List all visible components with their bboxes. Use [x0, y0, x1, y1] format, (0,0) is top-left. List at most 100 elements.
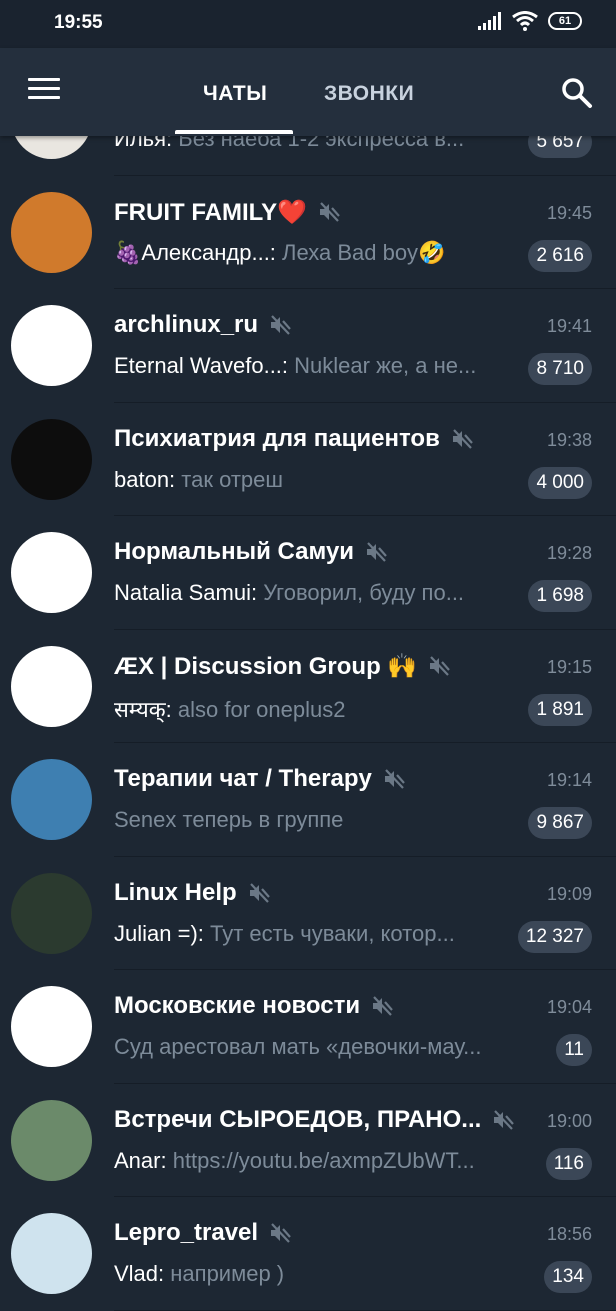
muted-icon — [382, 767, 406, 791]
chat-avatar — [11, 759, 92, 840]
chat-preview: Vlad: например ) — [114, 1261, 284, 1287]
chat-title-wrap: Терапии чат / Therapy — [114, 765, 406, 793]
chat-title: ÆX | Discussion Group 🙌 — [114, 652, 418, 680]
hamburger-menu-icon[interactable] — [28, 78, 60, 106]
muted-icon — [491, 1108, 515, 1132]
unread-badge: 4 000 — [528, 466, 592, 499]
chat-time: 18:56 — [546, 1224, 592, 1244]
chat-row[interactable]: Терапии чат / Therapy 19:14 Senex теперь в… — [0, 743, 616, 857]
chat-message: Nuklear же, а не... — [288, 353, 477, 378]
chat-title-wrap: Московские новости — [114, 992, 394, 1020]
chat-row[interactable]: archlinux_ru 19:41 Eternal Wavefo...: Nukl… — [0, 289, 616, 403]
chat-title: Встречи СЫРОЕДОВ, ПРАНО... — [114, 1105, 482, 1133]
chat-time: 19:41 — [546, 316, 592, 336]
chat-row[interactable]: Встречи СЫРОЕДОВ, ПРАНО... 19:00 Anar: htt… — [0, 1084, 616, 1197]
muted-icon — [427, 654, 451, 678]
muted-icon — [247, 881, 271, 905]
chat-row[interactable]: ÆX | Discussion Group 🙌 19:15 सम्यक्: also… — [0, 630, 616, 743]
unread-badge: 1 698 — [528, 580, 592, 612]
chat-message: Senex теперь в группе — [114, 807, 344, 832]
chat-title-wrap: Психиатрия для пациентов — [114, 425, 474, 453]
chat-avatar — [11, 986, 92, 1067]
chat-title-wrap: archlinux_ru — [114, 311, 292, 339]
chat-sender: 🍇Александр...: — [114, 239, 276, 265]
unread-badge: 12 327 — [517, 920, 592, 953]
unread-badge: 9 867 — [528, 807, 592, 839]
chat-title: archlinux_ru — [114, 311, 259, 338]
app-bar: ЧАТЫ ЗВОНКИ — [0, 48, 616, 136]
chat-preview: Anar: https://youtu.be/axmpZUbWT... — [114, 1148, 475, 1174]
chat-preview: सम्यक्: also for oneplus2 — [114, 694, 345, 724]
chat-row[interactable]: Психиатрия для пациентов 19:38 baton: так … — [0, 403, 616, 516]
chat-title-wrap: Linux Help — [114, 879, 271, 907]
battery-icon: 61 — [548, 12, 582, 30]
chat-avatar — [11, 418, 92, 500]
chat-message: Тут есть чуваки, котор... — [203, 920, 455, 946]
chat-preview: Julian =): Тут есть чуваки, котор... — [114, 921, 455, 947]
chat-message: also for oneplus2 — [171, 696, 346, 722]
row-divider — [114, 1309, 616, 1311]
muted-icon — [317, 200, 341, 224]
chat-title: Терапии чат / Therapy — [114, 765, 372, 792]
muted-icon — [268, 313, 292, 337]
chat-list: Илья: Без наеба 1-2 экспресса в... 5 657 F… — [0, 78, 616, 1311]
chat-sender: Eternal Wavefo...: — [114, 353, 289, 378]
chat-sender: Julian =): — [114, 920, 204, 946]
muted-icon — [370, 994, 394, 1018]
unread-badge: 116 — [545, 1147, 592, 1180]
chat-time: 19:15 — [546, 656, 592, 677]
chat-avatar — [11, 191, 92, 273]
chat-sender: Natalia Samui: — [114, 580, 258, 605]
active-tab-indicator — [175, 130, 293, 134]
chat-time: 19:09 — [546, 883, 592, 904]
chat-message: Леха Bad boy🤣 — [275, 239, 446, 265]
status-bar: 19:55 61 — [0, 0, 616, 48]
muted-icon — [364, 540, 388, 564]
unread-badge: 11 — [556, 1034, 592, 1066]
tab-chats[interactable]: ЧАТЫ — [203, 82, 267, 106]
status-icons: 61 — [478, 11, 582, 31]
chat-title: Московские новости — [114, 992, 361, 1019]
chat-preview: baton: так отреш — [114, 467, 283, 493]
search-icon[interactable] — [560, 76, 594, 110]
chat-title-wrap: Нормальный Самуи — [114, 538, 388, 566]
chat-message: Суд арестовал мать «девочки-мау... — [114, 1034, 482, 1059]
chat-row[interactable]: FRUIT FAMILY❤️ 19:45 🍇Александр...: Леха B… — [0, 176, 616, 289]
chat-avatar — [11, 1213, 92, 1294]
chat-time: 19:45 — [546, 202, 592, 223]
chat-sender: सम्यक्: — [114, 696, 172, 722]
chat-message: https://youtu.be/axmpZUbWT... — [166, 1147, 475, 1173]
chat-title: Психиатрия для пациентов — [114, 424, 440, 452]
chat-preview: Суд арестовал мать «девочки-мау... — [114, 1034, 481, 1060]
chat-message: например ) — [164, 1261, 285, 1286]
chat-sender: Anar: — [114, 1147, 167, 1173]
wifi-icon — [512, 11, 538, 31]
chat-row[interactable]: Lepro_travel 18:56 Vlad: например ) 134 — [0, 1197, 616, 1311]
chat-preview: Natalia Samui: Уговорил, буду по... — [114, 580, 464, 606]
chat-row[interactable]: Московские новости 19:04 Суд арестовал мат… — [0, 970, 616, 1084]
chat-title: Нормальный Самуи — [114, 538, 355, 565]
chat-title-wrap: ÆX | Discussion Group 🙌 — [114, 652, 451, 681]
chat-time: 19:04 — [546, 997, 592, 1017]
chat-preview: 🍇Александр...: Леха Bad boy🤣 — [114, 240, 445, 266]
chat-avatar — [11, 872, 92, 954]
chat-title: FRUIT FAMILY❤️ — [114, 198, 307, 226]
chat-sender: baton: — [114, 466, 176, 492]
chat-preview: Senex теперь в группе — [114, 807, 343, 833]
chat-time: 19:28 — [546, 543, 592, 563]
chat-avatar — [11, 1099, 92, 1181]
chat-title: Lepro_travel — [114, 1219, 259, 1246]
status-time: 19:55 — [54, 12, 103, 33]
chat-avatar — [11, 645, 92, 727]
chat-title: Linux Help — [114, 878, 237, 906]
chat-message: Уговорил, буду по... — [257, 580, 465, 605]
unread-badge: 8 710 — [528, 353, 592, 385]
unread-badge: 134 — [544, 1261, 592, 1293]
chat-title-wrap: Lepro_travel — [114, 1219, 292, 1247]
chat-row[interactable]: Нормальный Самуи 19:28 Natalia Samui: Угов… — [0, 516, 616, 630]
chat-row[interactable]: Linux Help 19:09 Julian =): Тут есть чувак… — [0, 857, 616, 970]
chat-title-wrap: FRUIT FAMILY❤️ — [114, 198, 341, 227]
chat-title-wrap: Встречи СЫРОЕДОВ, ПРАНО... — [114, 1106, 515, 1134]
tab-calls[interactable]: ЗВОНКИ — [324, 82, 414, 106]
chat-time: 19:38 — [546, 429, 592, 450]
